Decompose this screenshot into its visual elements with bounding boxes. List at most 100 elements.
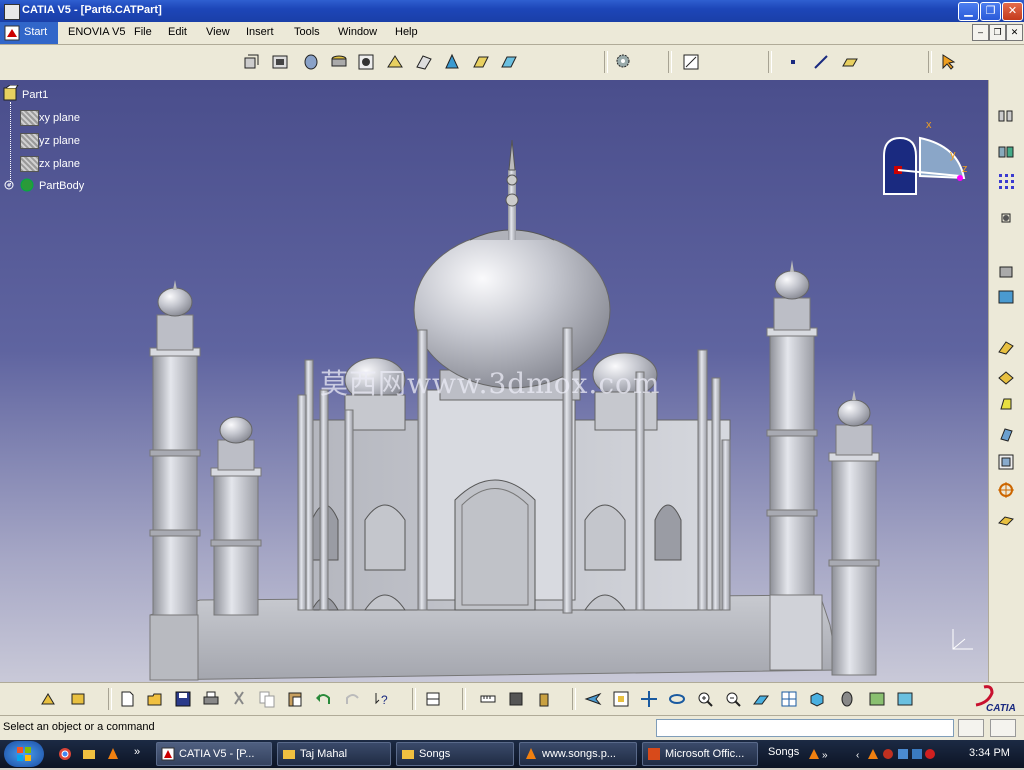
doc-restore-button[interactable]: ❐ — [989, 24, 1006, 41]
thread-icon[interactable] — [996, 480, 1016, 500]
rotate-icon[interactable] — [667, 689, 687, 709]
tools-palette-icon[interactable] — [423, 689, 443, 709]
svg-text:‹: ‹ — [856, 750, 859, 761]
paste-icon[interactable] — [285, 689, 305, 709]
assemble-icon[interactable] — [996, 286, 1016, 306]
folder-icon — [402, 750, 414, 759]
menu-help[interactable]: Help — [395, 26, 418, 38]
status-bar: Select an object or a command — [0, 715, 1024, 740]
windows-logo-icon — [17, 747, 31, 761]
menu-view[interactable]: View — [206, 26, 230, 38]
task-button-vlc[interactable]: www.songs.p... — [519, 742, 637, 766]
toolbar-separator — [768, 51, 772, 73]
slot-tool-icon[interactable] — [414, 52, 434, 72]
menu-tools[interactable]: Tools — [294, 26, 320, 38]
folder-quicklaunch-icon[interactable] — [82, 747, 96, 761]
start-menu[interactable]: Start — [0, 22, 58, 44]
task-button-office[interactable]: Microsoft Offic... — [642, 742, 758, 766]
catia-icon — [161, 747, 175, 761]
loft-tool-icon[interactable] — [471, 52, 491, 72]
mirror-icon[interactable] — [996, 142, 1016, 162]
windows-start-button[interactable] — [4, 741, 44, 767]
scale-icon[interactable] — [996, 208, 1016, 228]
status-prompt: Select an object or a command — [3, 721, 155, 733]
pattern-icon[interactable] — [996, 106, 1016, 126]
hide-show-icon[interactable] — [867, 689, 887, 709]
removed-loft-tool-icon[interactable] — [499, 52, 519, 72]
menu-insert[interactable]: Insert — [246, 26, 274, 38]
menu-enovia[interactable]: ENOVIA V5 — [68, 26, 125, 38]
thickness-icon[interactable] — [996, 452, 1016, 472]
update-icon[interactable] — [38, 689, 58, 709]
stiffener-tool-icon[interactable] — [442, 52, 462, 72]
fly-mode-icon[interactable] — [583, 689, 603, 709]
task-label: Songs — [419, 748, 451, 760]
line-tool-icon[interactable] — [811, 52, 831, 72]
mass-icon[interactable] — [534, 689, 554, 709]
iso-view-icon[interactable] — [807, 689, 827, 709]
normal-view-icon[interactable] — [751, 689, 771, 709]
restore-button[interactable]: ❐ — [980, 2, 1001, 21]
doc-close-button[interactable]: ✕ — [1006, 24, 1023, 41]
print-icon[interactable] — [201, 689, 221, 709]
groove-tool-icon[interactable] — [329, 52, 349, 72]
axis-indicator-icon — [952, 629, 973, 650]
undo-icon[interactable] — [313, 689, 333, 709]
multi-view-icon[interactable] — [779, 689, 799, 709]
gear-icon[interactable] — [613, 51, 633, 71]
measure-icon[interactable] — [478, 689, 498, 709]
task-button-catia[interactable]: CATIA V5 - [P... — [156, 742, 272, 766]
rect-pattern-icon[interactable] — [996, 171, 1016, 191]
hole-tool-icon[interactable] — [356, 52, 376, 72]
swap-visible-icon[interactable] — [895, 689, 915, 709]
copy-icon[interactable] — [257, 689, 277, 709]
pad-tool-icon[interactable] — [241, 52, 261, 72]
whats-this-icon[interactable]: ? — [372, 689, 392, 709]
select-arrow-icon[interactable] — [938, 52, 958, 72]
remove-face-icon[interactable] — [996, 510, 1016, 530]
open-folder-icon[interactable] — [145, 689, 165, 709]
chrome-quicklaunch-icon[interactable] — [58, 747, 72, 761]
boolean-icon[interactable] — [996, 260, 1016, 280]
catia-app-icon[interactable] — [4, 4, 20, 20]
rib-tool-icon[interactable] — [385, 52, 405, 72]
pan-icon[interactable] — [639, 689, 659, 709]
pocket-tool-icon[interactable] — [270, 52, 290, 72]
publish-icon[interactable] — [68, 689, 88, 709]
task-button-taj-mahal[interactable]: Taj Mahal — [277, 742, 391, 766]
quicklaunch-overflow-icon[interactable]: » — [134, 746, 140, 758]
shaft-tool-icon[interactable] — [301, 52, 321, 72]
menu-edit[interactable]: Edit — [168, 26, 187, 38]
sketch-tool-icon[interactable] — [681, 52, 701, 72]
cut-icon[interactable] — [229, 689, 249, 709]
menu-window[interactable]: Window — [338, 26, 377, 38]
shell-icon[interactable] — [996, 424, 1016, 444]
doc-minimize-button[interactable]: – — [972, 24, 989, 41]
chamfer-icon[interactable] — [996, 367, 1016, 387]
minimize-button[interactable]: ▁ — [958, 2, 979, 21]
title-bar: CATIA V5 - [Part6.CATPart] ▁ ❐ ✕ — [0, 0, 1024, 22]
shading-icon[interactable] — [837, 689, 857, 709]
draft-icon[interactable] — [996, 394, 1016, 414]
power-input-button[interactable] — [958, 719, 984, 737]
cancel-command-button[interactable] — [990, 719, 1016, 737]
fit-all-icon[interactable] — [611, 689, 631, 709]
task-button-songs[interactable]: Songs — [396, 742, 514, 766]
vlc-quicklaunch-icon[interactable] — [106, 747, 120, 761]
tray-toolbar-label[interactable]: Songs — [768, 746, 799, 758]
3d-viewport[interactable]: Part1 xy plane yz plane zx plane PartBod… — [0, 80, 988, 682]
measure-item-icon[interactable] — [506, 689, 526, 709]
folder-icon — [283, 750, 295, 759]
redo-icon[interactable] — [343, 689, 363, 709]
close-button[interactable]: ✕ — [1002, 2, 1023, 21]
zoom-out-icon[interactable] — [723, 689, 743, 709]
menu-file[interactable]: File — [134, 26, 152, 38]
new-file-icon[interactable] — [117, 689, 137, 709]
point-tool-icon[interactable] — [783, 52, 803, 72]
fillet-icon[interactable] — [996, 337, 1016, 357]
zoom-in-icon[interactable] — [695, 689, 715, 709]
command-input[interactable] — [656, 719, 954, 737]
plane-tool-icon[interactable] — [840, 52, 860, 72]
system-tray-icons[interactable]: » ‹ — [808, 747, 938, 761]
save-icon[interactable] — [173, 689, 193, 709]
